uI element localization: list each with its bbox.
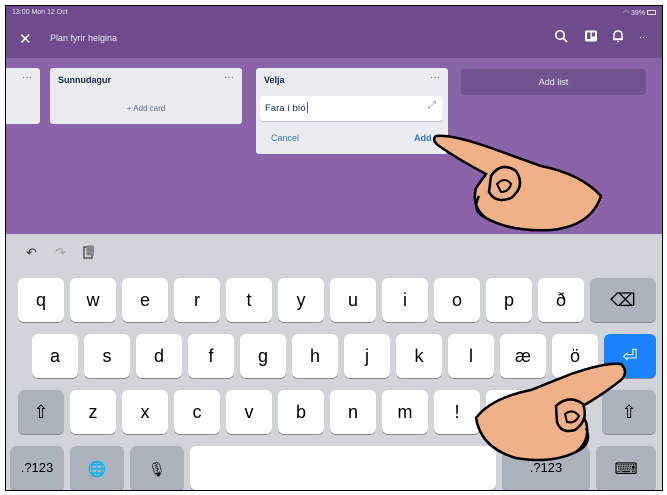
list-partial: ··· bbox=[6, 68, 40, 124]
key-g[interactable]: g bbox=[240, 334, 286, 378]
add-list-button[interactable]: Add list bbox=[461, 69, 646, 95]
battery-indicator: ◠ 39% bbox=[623, 9, 656, 17]
status-bar: 13:00 Mon 12 Oct ◠ 39% bbox=[6, 6, 662, 20]
key-j[interactable]: j bbox=[344, 334, 390, 378]
key-x[interactable]: x bbox=[122, 390, 168, 434]
add-button[interactable]: Add bbox=[414, 133, 432, 143]
shift-key-left[interactable]: ⇧ bbox=[18, 390, 64, 434]
key-z[interactable]: z bbox=[70, 390, 116, 434]
key-n[interactable]: n bbox=[330, 390, 376, 434]
key-m[interactable]: m bbox=[382, 390, 428, 434]
bell-icon[interactable] bbox=[611, 29, 625, 46]
paste-icon[interactable] bbox=[83, 245, 95, 262]
numbers-key-left[interactable]: .?123 bbox=[10, 446, 64, 490]
globe-icon: 🌐 bbox=[87, 461, 107, 478]
list-menu-icon[interactable]: ··· bbox=[22, 72, 32, 83]
wifi-icon: ◠ bbox=[622, 10, 630, 17]
list-title: Velja bbox=[264, 75, 285, 85]
list-sunnudagur: Sunnudagur ··· + Add card bbox=[50, 68, 242, 124]
battery-icon bbox=[647, 10, 656, 15]
cancel-button[interactable]: Cancel bbox=[271, 133, 299, 143]
expand-icon[interactable]: ⤢ bbox=[428, 100, 436, 111]
board-icon[interactable] bbox=[584, 29, 598, 46]
globe-key[interactable]: 🌐 bbox=[70, 446, 124, 490]
dictation-key[interactable]: 🎙 bbox=[130, 446, 184, 490]
add-card-button[interactable]: + Add card bbox=[50, 104, 242, 113]
card-input-text: Fara í bíó bbox=[265, 102, 308, 114]
pointing-hand-icon bbox=[474, 362, 627, 462]
key-v[interactable]: v bbox=[226, 390, 272, 434]
close-icon[interactable]: ✕ bbox=[19, 30, 32, 48]
key-e[interactable]: e bbox=[122, 278, 168, 322]
list-title: Sunnudagur bbox=[58, 75, 111, 85]
key-d[interactable]: d bbox=[136, 334, 182, 378]
list-menu-icon[interactable]: ··· bbox=[224, 72, 234, 83]
redo-icon[interactable]: ↷ bbox=[55, 245, 66, 261]
key-w[interactable]: w bbox=[70, 278, 116, 322]
key-u[interactable]: u bbox=[330, 278, 376, 322]
ipad-screen: 13:00 Mon 12 Oct ◠ 39% ✕ Plan fyrir helg… bbox=[5, 5, 663, 491]
delete-icon: ⌫ bbox=[610, 290, 636, 310]
delete-key[interactable]: ⌫ bbox=[590, 278, 656, 322]
key-q[interactable]: q bbox=[18, 278, 64, 322]
status-time: 13:00 Mon 12 Oct bbox=[12, 9, 68, 16]
key-p[interactable]: p bbox=[486, 278, 532, 322]
space-bar[interactable] bbox=[190, 446, 496, 490]
microphone-icon: 🎙 bbox=[148, 461, 166, 477]
key-a[interactable]: a bbox=[32, 334, 78, 378]
key-y[interactable]: y bbox=[278, 278, 324, 322]
shift-icon: ⇧ bbox=[33, 402, 49, 422]
list-menu-icon[interactable]: ··· bbox=[430, 72, 440, 83]
card-title-input[interactable]: Fara í bíó ⤢ bbox=[260, 96, 442, 121]
key-b[interactable]: b bbox=[278, 390, 324, 434]
key-c[interactable]: c bbox=[174, 390, 220, 434]
key-s[interactable]: s bbox=[84, 334, 130, 378]
key-eth[interactable]: ð bbox=[538, 278, 584, 322]
board-header: ✕ Plan fyrir helgina ··· bbox=[6, 20, 662, 58]
search-icon[interactable] bbox=[554, 29, 568, 46]
battery-percent: 39% bbox=[631, 10, 646, 17]
undo-icon[interactable]: ↶ bbox=[26, 245, 37, 261]
text-cursor bbox=[306, 102, 308, 113]
key-r[interactable]: r bbox=[174, 278, 220, 322]
key-i[interactable]: i bbox=[382, 278, 428, 322]
board-title: Plan fyrir helgina bbox=[50, 33, 118, 43]
list-velja: Velja ··· Fara í bíó ⤢ Cancel Add bbox=[256, 68, 448, 154]
more-icon[interactable]: ··· bbox=[639, 32, 648, 42]
key-t[interactable]: t bbox=[226, 278, 272, 322]
key-k[interactable]: k bbox=[396, 334, 442, 378]
pointing-hand-icon bbox=[432, 134, 603, 232]
key-o[interactable]: o bbox=[434, 278, 480, 322]
key-h[interactable]: h bbox=[292, 334, 338, 378]
key-f[interactable]: f bbox=[188, 334, 234, 378]
